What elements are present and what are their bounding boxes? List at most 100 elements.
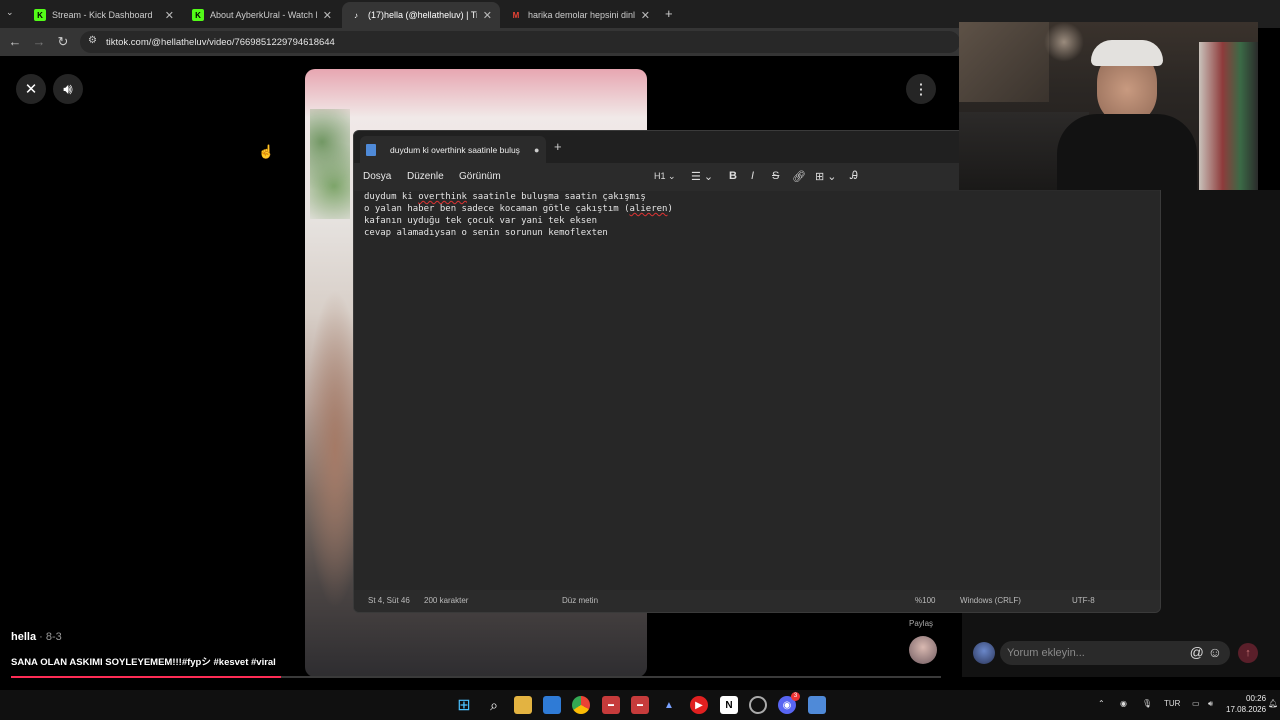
zoom-level[interactable]: %100 <box>915 596 935 605</box>
reload-icon[interactable]: ↻ <box>55 34 71 50</box>
file-explorer-icon[interactable] <box>514 696 532 714</box>
line-ending[interactable]: Windows (CRLF) <box>960 596 1021 605</box>
text-line: kafanın uyduğu tek çocuk var yani tek ek… <box>364 216 597 226</box>
network-icon[interactable]: ▭ <box>1192 699 1200 708</box>
chevron-up-icon[interactable]: ⌃ <box>1098 699 1105 708</box>
tiktok-icon: ♪ <box>354 10 358 20</box>
clock-time: 00:26 <box>1246 694 1267 703</box>
video-progress-fill <box>11 676 281 678</box>
webcam-clothes-rack <box>1199 42 1258 190</box>
clear-format-icon[interactable]: Ꭿ <box>850 170 858 183</box>
text-line: cevap alamadıysan o senin sorunun kemofl… <box>364 228 608 238</box>
text-line: duydum ki overthink saatinle buluşma saa… <box>364 192 646 202</box>
notepad-taskbar-icon[interactable] <box>808 696 826 714</box>
tab-close-icon[interactable]: ✕ <box>165 9 174 22</box>
new-tab-plus-icon[interactable]: + <box>554 139 562 154</box>
tab-label: Stream - Kick Dashboard <box>52 10 153 20</box>
text-format[interactable]: Düz metin <box>562 596 598 605</box>
video-progress-bar[interactable] <box>11 676 941 678</box>
discord-icon[interactable]: ◉ 3 <box>778 692 800 714</box>
notepad-text-area[interactable]: duydum ki overthink saatinle buluşma saa… <box>364 191 673 239</box>
tab-close-icon[interactable]: ✕ <box>323 9 332 22</box>
microphone-icon[interactable]: 🎙︎ <box>1142 699 1152 708</box>
video-editor-icon[interactable]: ▬ <box>602 696 620 714</box>
notepad-window: duydum ki overthink saatinle buluş ● + D… <box>353 130 1161 613</box>
heading-select-value: H1 <box>654 171 666 181</box>
notepad-statusbar: St 4, Süt 46 200 karakter Düz metin %100… <box>354 590 1160 612</box>
italic-icon[interactable]: I <box>751 170 754 182</box>
address-bar[interactable]: ⚙ tiktok.com/@hellatheluv/video/76698512… <box>80 31 960 53</box>
heading-select[interactable]: H1 ⌄ <box>654 171 676 182</box>
youtube-music-icon[interactable]: ▶ <box>690 696 708 714</box>
forward-arrow-icon[interactable]: → <box>31 34 47 50</box>
gmail-icon: M <box>512 10 520 20</box>
comment-input[interactable]: Yorum ekleyin... @ ☺ <box>1000 641 1230 665</box>
emoji-icon[interactable]: ☺ <box>1208 644 1222 660</box>
notepad-icon <box>366 143 376 156</box>
notification-bell-icon[interactable]: 🔔︎ <box>1268 699 1278 708</box>
discord-tray-icon[interactable]: ◉ <box>1120 699 1127 708</box>
avatar <box>973 642 995 664</box>
notepad-tab-title: duydum ki overthink saatinle buluş <box>390 144 520 155</box>
tab-kick-dashboard[interactable]: K Stream - Kick Dashboard ✕ <box>26 2 182 28</box>
comment-placeholder: Yorum ekleyin... <box>1007 647 1085 659</box>
windows-start-icon[interactable]: ⊞ <box>455 696 473 714</box>
speaker-icon[interactable]: 🔊︎ <box>1208 699 1213 709</box>
tab-list-chevron-icon[interactable]: ⌄ <box>6 7 14 18</box>
back-arrow-icon[interactable]: ← <box>7 34 23 50</box>
menu-file[interactable]: Dosya <box>363 171 391 182</box>
tab-close-icon[interactable]: ✕ <box>641 9 650 22</box>
video-editor-2-icon[interactable]: ▬ <box>631 696 649 714</box>
table-icon[interactable]: ⊞ ⌄ <box>815 170 837 183</box>
link-icon[interactable]: 🔗︎ <box>792 170 806 183</box>
tab-tiktok[interactable]: ♪ (17)hella (@hellatheluv) | TikTok ✕ <box>342 2 500 28</box>
webcam-person-body <box>1057 114 1197 190</box>
text-line: o yalan haber ben sadece kocaman götle ç… <box>364 204 673 214</box>
tab-label: harika demolar hepsini dinle lüt <box>528 10 635 20</box>
photos-icon[interactable] <box>543 696 561 714</box>
menu-edit[interactable]: Düzenle <box>407 171 444 182</box>
tab-close-icon[interactable]: ✕ <box>483 9 492 22</box>
webcam-overlay <box>959 22 1258 190</box>
list-icon[interactable]: ☰ ⌄ <box>691 170 713 183</box>
chrome-icon[interactable] <box>572 696 590 714</box>
url-text: tiktok.com/@hellatheluv/video/7669851229… <box>106 36 335 48</box>
video-caption: SANA OLAN ASKIMI SOYLEYEMEM!!!#fypシ #kes… <box>11 657 276 668</box>
kick-icon: K <box>34 9 46 21</box>
encoding[interactable]: UTF-8 <box>1072 596 1095 605</box>
arc-icon[interactable]: ▲ <box>660 696 678 714</box>
cursor-position: St 4, Süt 46 <box>368 596 410 605</box>
browser-toolbar: ← → ↻ ⚙ tiktok.com/@hellatheluv/video/76… <box>0 28 960 56</box>
mouse-cursor-icon: ☝ <box>258 144 275 159</box>
strikethrough-icon[interactable]: S <box>772 170 779 182</box>
tab-label: About AyberkUral - Watch Live <box>210 10 317 20</box>
video-author[interactable]: hella · 8-3 <box>11 631 62 643</box>
language-indicator[interactable]: TUR <box>1164 699 1180 708</box>
send-comment-button[interactable]: ↑ <box>1238 643 1258 663</box>
unsaved-dot-icon[interactable]: ● <box>534 145 539 155</box>
mention-icon[interactable]: @ <box>1190 644 1204 660</box>
volume-icon[interactable]: 🔊︎ <box>53 74 83 104</box>
discord-badge: 3 <box>791 692 800 701</box>
spellcheck-word[interactable]: alieren <box>630 204 668 214</box>
close-icon[interactable]: ✕ <box>16 74 46 104</box>
webcam-wall-window <box>959 22 1049 102</box>
tab-ayberkural[interactable]: K About AyberkUral - Watch Live ✕ <box>184 2 340 28</box>
obs-icon[interactable] <box>749 696 767 714</box>
spellcheck-word[interactable]: overthink <box>418 192 467 202</box>
webcam-lamp <box>1044 22 1084 62</box>
notepad-tab[interactable]: duydum ki overthink saatinle buluş ● <box>360 136 546 163</box>
share-avatar[interactable] <box>909 636 937 664</box>
bold-icon[interactable]: B <box>729 170 737 182</box>
author-name: hella <box>11 631 37 643</box>
site-info-icon[interactable]: ⚙ <box>88 35 97 46</box>
search-icon[interactable]: ⌕ <box>485 696 503 714</box>
notion-icon[interactable]: N <box>720 696 738 714</box>
menu-view[interactable]: Görünüm <box>459 171 501 182</box>
system-clock[interactable]: 00:26 17.08.2026 <box>1226 693 1266 715</box>
tab-gmail[interactable]: M harika demolar hepsini dinle lüt ✕ <box>502 2 658 28</box>
post-date: · 8-3 <box>39 631 62 643</box>
clock-date: 17.08.2026 <box>1226 705 1267 714</box>
more-options-icon[interactable]: ⋮ <box>906 74 936 104</box>
new-tab-plus-icon[interactable]: + <box>665 6 673 21</box>
